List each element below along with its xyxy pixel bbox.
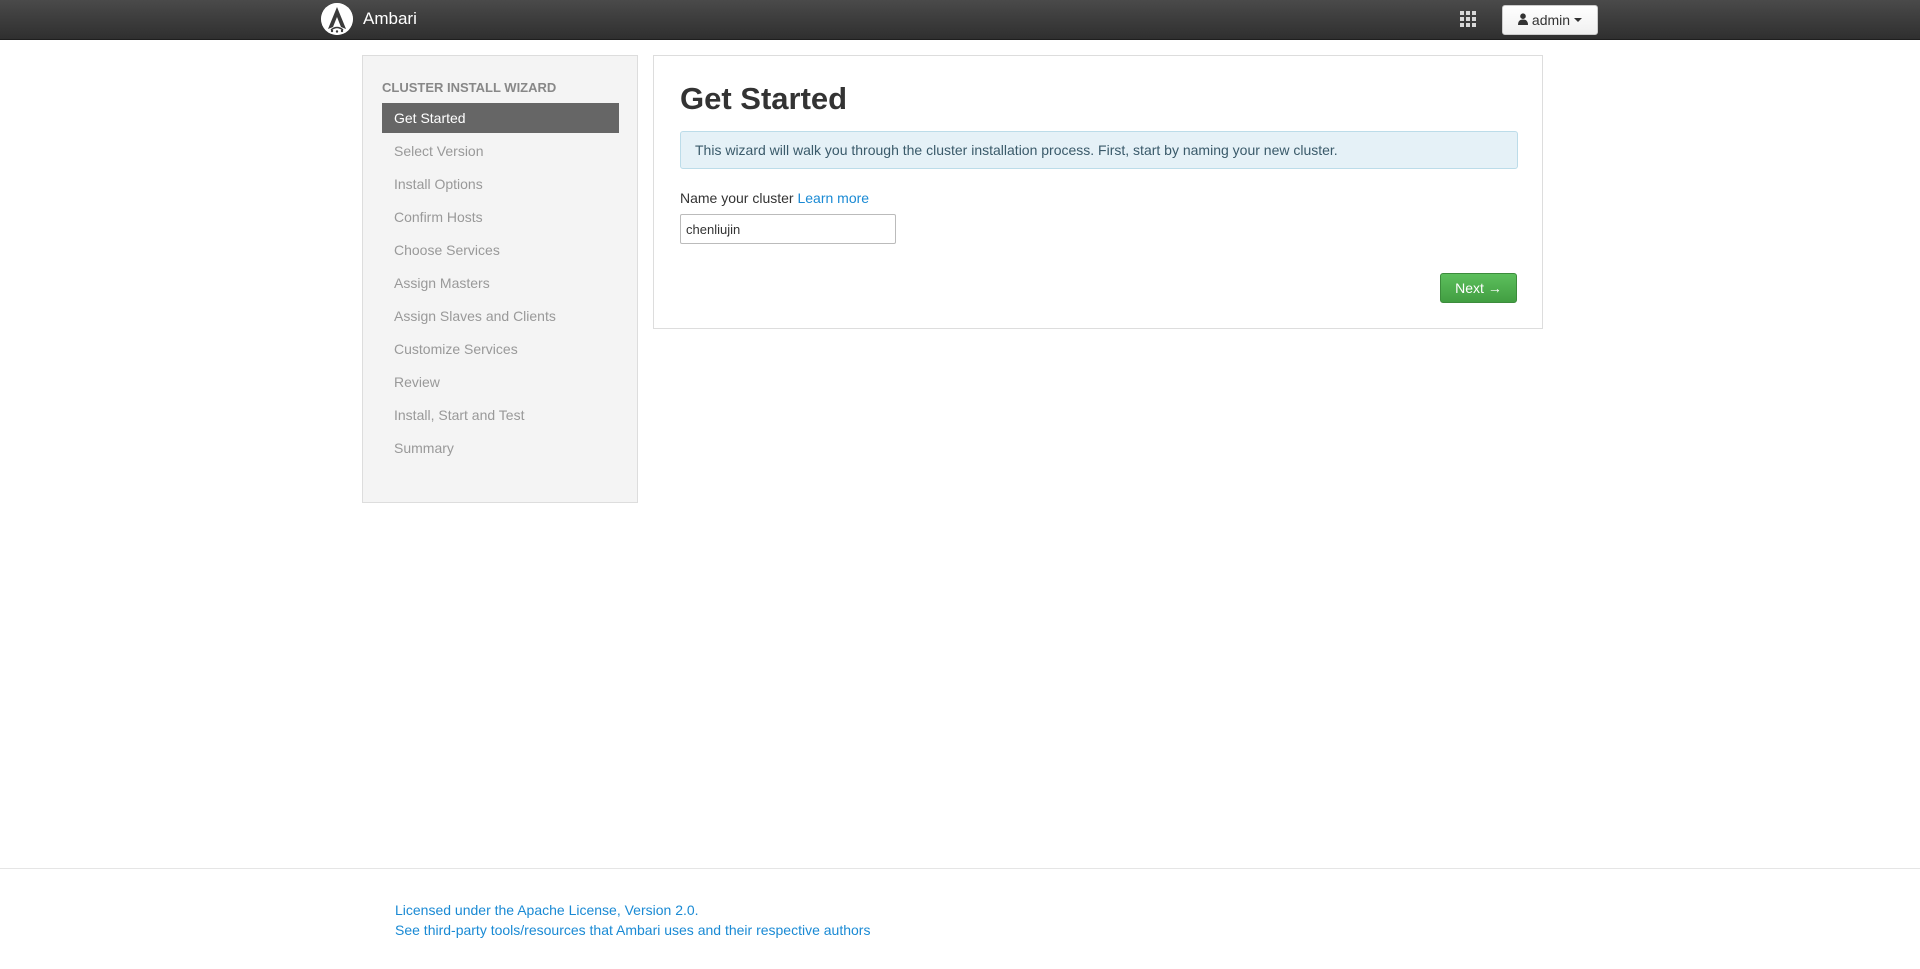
- wizard-step-summary[interactable]: Summary: [382, 433, 619, 463]
- cluster-name-label-text: Name your cluster: [680, 190, 794, 206]
- wizard-step-customize-services[interactable]: Customize Services: [382, 334, 619, 364]
- brand-home-link[interactable]: Ambari: [321, 2, 417, 36]
- page-title: Get Started: [680, 81, 848, 116]
- wizard-step-assign-slaves-clients[interactable]: Assign Slaves and Clients: [382, 301, 619, 331]
- license-link[interactable]: Licensed under the Apache License, Versi…: [395, 900, 870, 920]
- wizard-step-install-start-test[interactable]: Install, Start and Test: [382, 400, 619, 430]
- next-button[interactable]: Next →: [1440, 273, 1517, 303]
- footer: Licensed under the Apache License, Versi…: [395, 900, 870, 940]
- info-alert: This wizard will walk you through the cl…: [680, 131, 1518, 169]
- user-menu-label: admin: [1531, 12, 1571, 28]
- caret-down-icon: [1574, 18, 1583, 22]
- wizard-step-review[interactable]: Review: [382, 367, 619, 397]
- third-party-link[interactable]: See third-party tools/resources that Amb…: [395, 920, 870, 940]
- wizard-step-choose-services[interactable]: Choose Services: [382, 235, 619, 265]
- wizard-steps-list: Get Started Select Version Install Optio…: [382, 103, 619, 466]
- cluster-name-label: Name your cluster Learn more: [680, 190, 869, 206]
- sidebar-title: CLUSTER INSTALL WIZARD: [382, 80, 557, 95]
- wizard-step-assign-masters[interactable]: Assign Masters: [382, 268, 619, 298]
- wizard-step-get-started[interactable]: Get Started: [382, 103, 619, 133]
- wizard-step-install-options[interactable]: Install Options: [382, 169, 619, 199]
- ambari-logo-icon: [321, 3, 353, 35]
- grid-icon[interactable]: [1460, 11, 1478, 29]
- get-started-panel: Get Started This wizard will walk you th…: [653, 55, 1543, 329]
- cluster-name-input[interactable]: [680, 214, 896, 244]
- learn-more-link[interactable]: Learn more: [797, 190, 869, 206]
- user-icon: [1517, 12, 1528, 28]
- wizard-step-select-version[interactable]: Select Version: [382, 136, 619, 166]
- top-navbar: Ambari admin: [0, 0, 1920, 40]
- footer-divider: [0, 868, 1920, 869]
- wizard-step-confirm-hosts[interactable]: Confirm Hosts: [382, 202, 619, 232]
- user-menu-button[interactable]: admin: [1502, 5, 1598, 35]
- app-name: Ambari: [363, 9, 417, 28]
- wizard-sidebar: CLUSTER INSTALL WIZARD Get Started Selec…: [362, 55, 638, 503]
